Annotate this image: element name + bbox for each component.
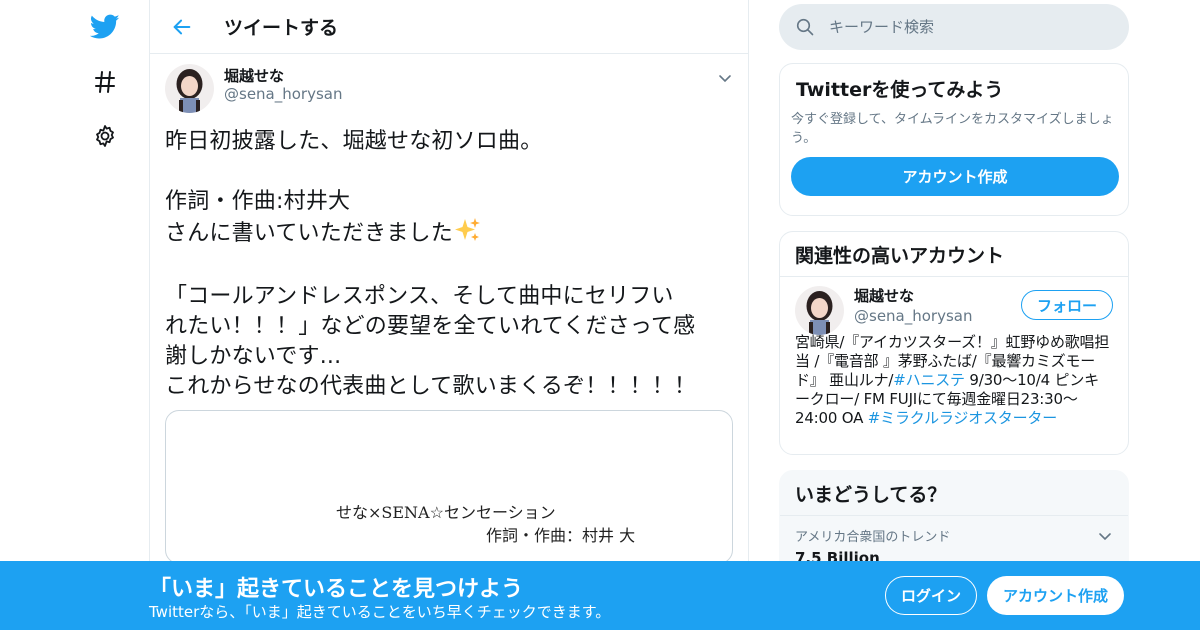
sparkles-icon [453,217,481,252]
media-title: せな×SENA☆センセーション [336,503,556,522]
signup-panel: Twitterを使ってみよう 今すぐ登録して、タイムラインをカスタマイズしましょ… [779,63,1129,216]
related-accounts-title: 関連性の高いアカウント [780,232,1128,277]
gear-icon[interactable] [88,119,122,153]
tweet-line: さんに書いていただきました [165,221,453,246]
tweet-line: 昨日初披露した、堀越せな初ソロ曲。 [165,129,543,154]
page-header: ツイートする [150,0,748,54]
tweet-text: 昨日初披露した、堀越せな初ソロ曲。 作詞・作曲:村井大 さんに書いていただきまし… [165,127,733,402]
tweet-line: 作詞・作曲:村井大 [165,189,351,214]
trends-title: いまどうしてる？ [780,471,1128,516]
media-credit: 作詞・作曲：村井 大 [486,526,636,545]
avatar[interactable] [165,64,214,113]
follow-button[interactable]: フォロー [1021,290,1113,320]
avatar[interactable] [795,286,844,335]
related-account[interactable]: フォロー 堀越せな @sena_horysan 宮崎県/『アイカツスターズ！』虹… [780,277,1128,437]
left-navigation [0,0,150,630]
search-icon [795,17,815,37]
hashtag-link[interactable]: #ミラクルラジオスターター [868,409,1057,427]
chevron-down-icon[interactable] [1097,528,1113,544]
twitter-bird-icon[interactable] [88,10,122,44]
back-arrow-icon[interactable] [167,12,197,42]
tweet-line: 「コールアンドレスポンス、そして曲中にセリフい [165,284,674,309]
signup-panel-title: Twitterを使ってみよう [796,79,1004,101]
tweet-author[interactable]: 堀越せな @sena_horysan [165,64,733,113]
tweet-line: 謝しかないです... [165,344,342,369]
signup-panel-description: 今すぐ登録して、タイムラインをカスタマイズしましょう。 [791,112,1114,146]
tweet-line: れたい！！！」などの要望を全ていれてくださって感 [165,314,696,339]
author-handle[interactable]: @sena_horysan [224,85,342,103]
banner-subtitle: Twitterなら、「いま」起きていることをいち早くチェックできます。 [149,603,611,621]
main-column: ツイートする 堀越せな @sena_horysan 昨日初披露した、堀越せな初ソ… [149,0,749,630]
tweet: 堀越せな @sena_horysan 昨日初披露した、堀越せな初ソロ曲。 作詞・… [150,54,748,574]
trend-meta: アメリカ合衆国のトレンド [795,530,951,545]
chevron-down-icon[interactable] [717,70,733,86]
author-name[interactable]: 堀越せな [224,67,342,85]
login-button[interactable]: ログイン [885,576,977,615]
tweet-media-card[interactable]: せな×SENA☆センセーション 作詞・作曲：村井 大 [165,410,733,564]
page-title: ツイートする [224,17,339,39]
banner-create-account-button[interactable]: アカウント作成 [987,576,1124,615]
search-bar[interactable] [779,4,1129,50]
tweet-line: これからせなの代表曲として歌いまくるぞ！！！！！ [165,374,697,399]
hashtag-link[interactable]: #ハニステ [893,371,965,389]
related-accounts-panel: 関連性の高いアカウント フォロー 堀越せな @sena_horysan 宮崎県/… [779,231,1129,455]
signup-banner: 「いま」起きていることを見つけよう Twitterなら、「いま」起きていることを… [0,561,1200,630]
search-input[interactable] [829,18,1109,36]
hashtag-icon[interactable] [88,65,122,99]
banner-title: 「いま」起きていることを見つけよう [149,577,524,602]
related-account-bio: 宮崎県/『アイカツスターズ！』虹野ゆめ歌唱担当 /『電音部 』茅野ふたば/『最響… [795,333,1113,428]
create-account-button[interactable]: アカウント作成 [791,157,1119,196]
